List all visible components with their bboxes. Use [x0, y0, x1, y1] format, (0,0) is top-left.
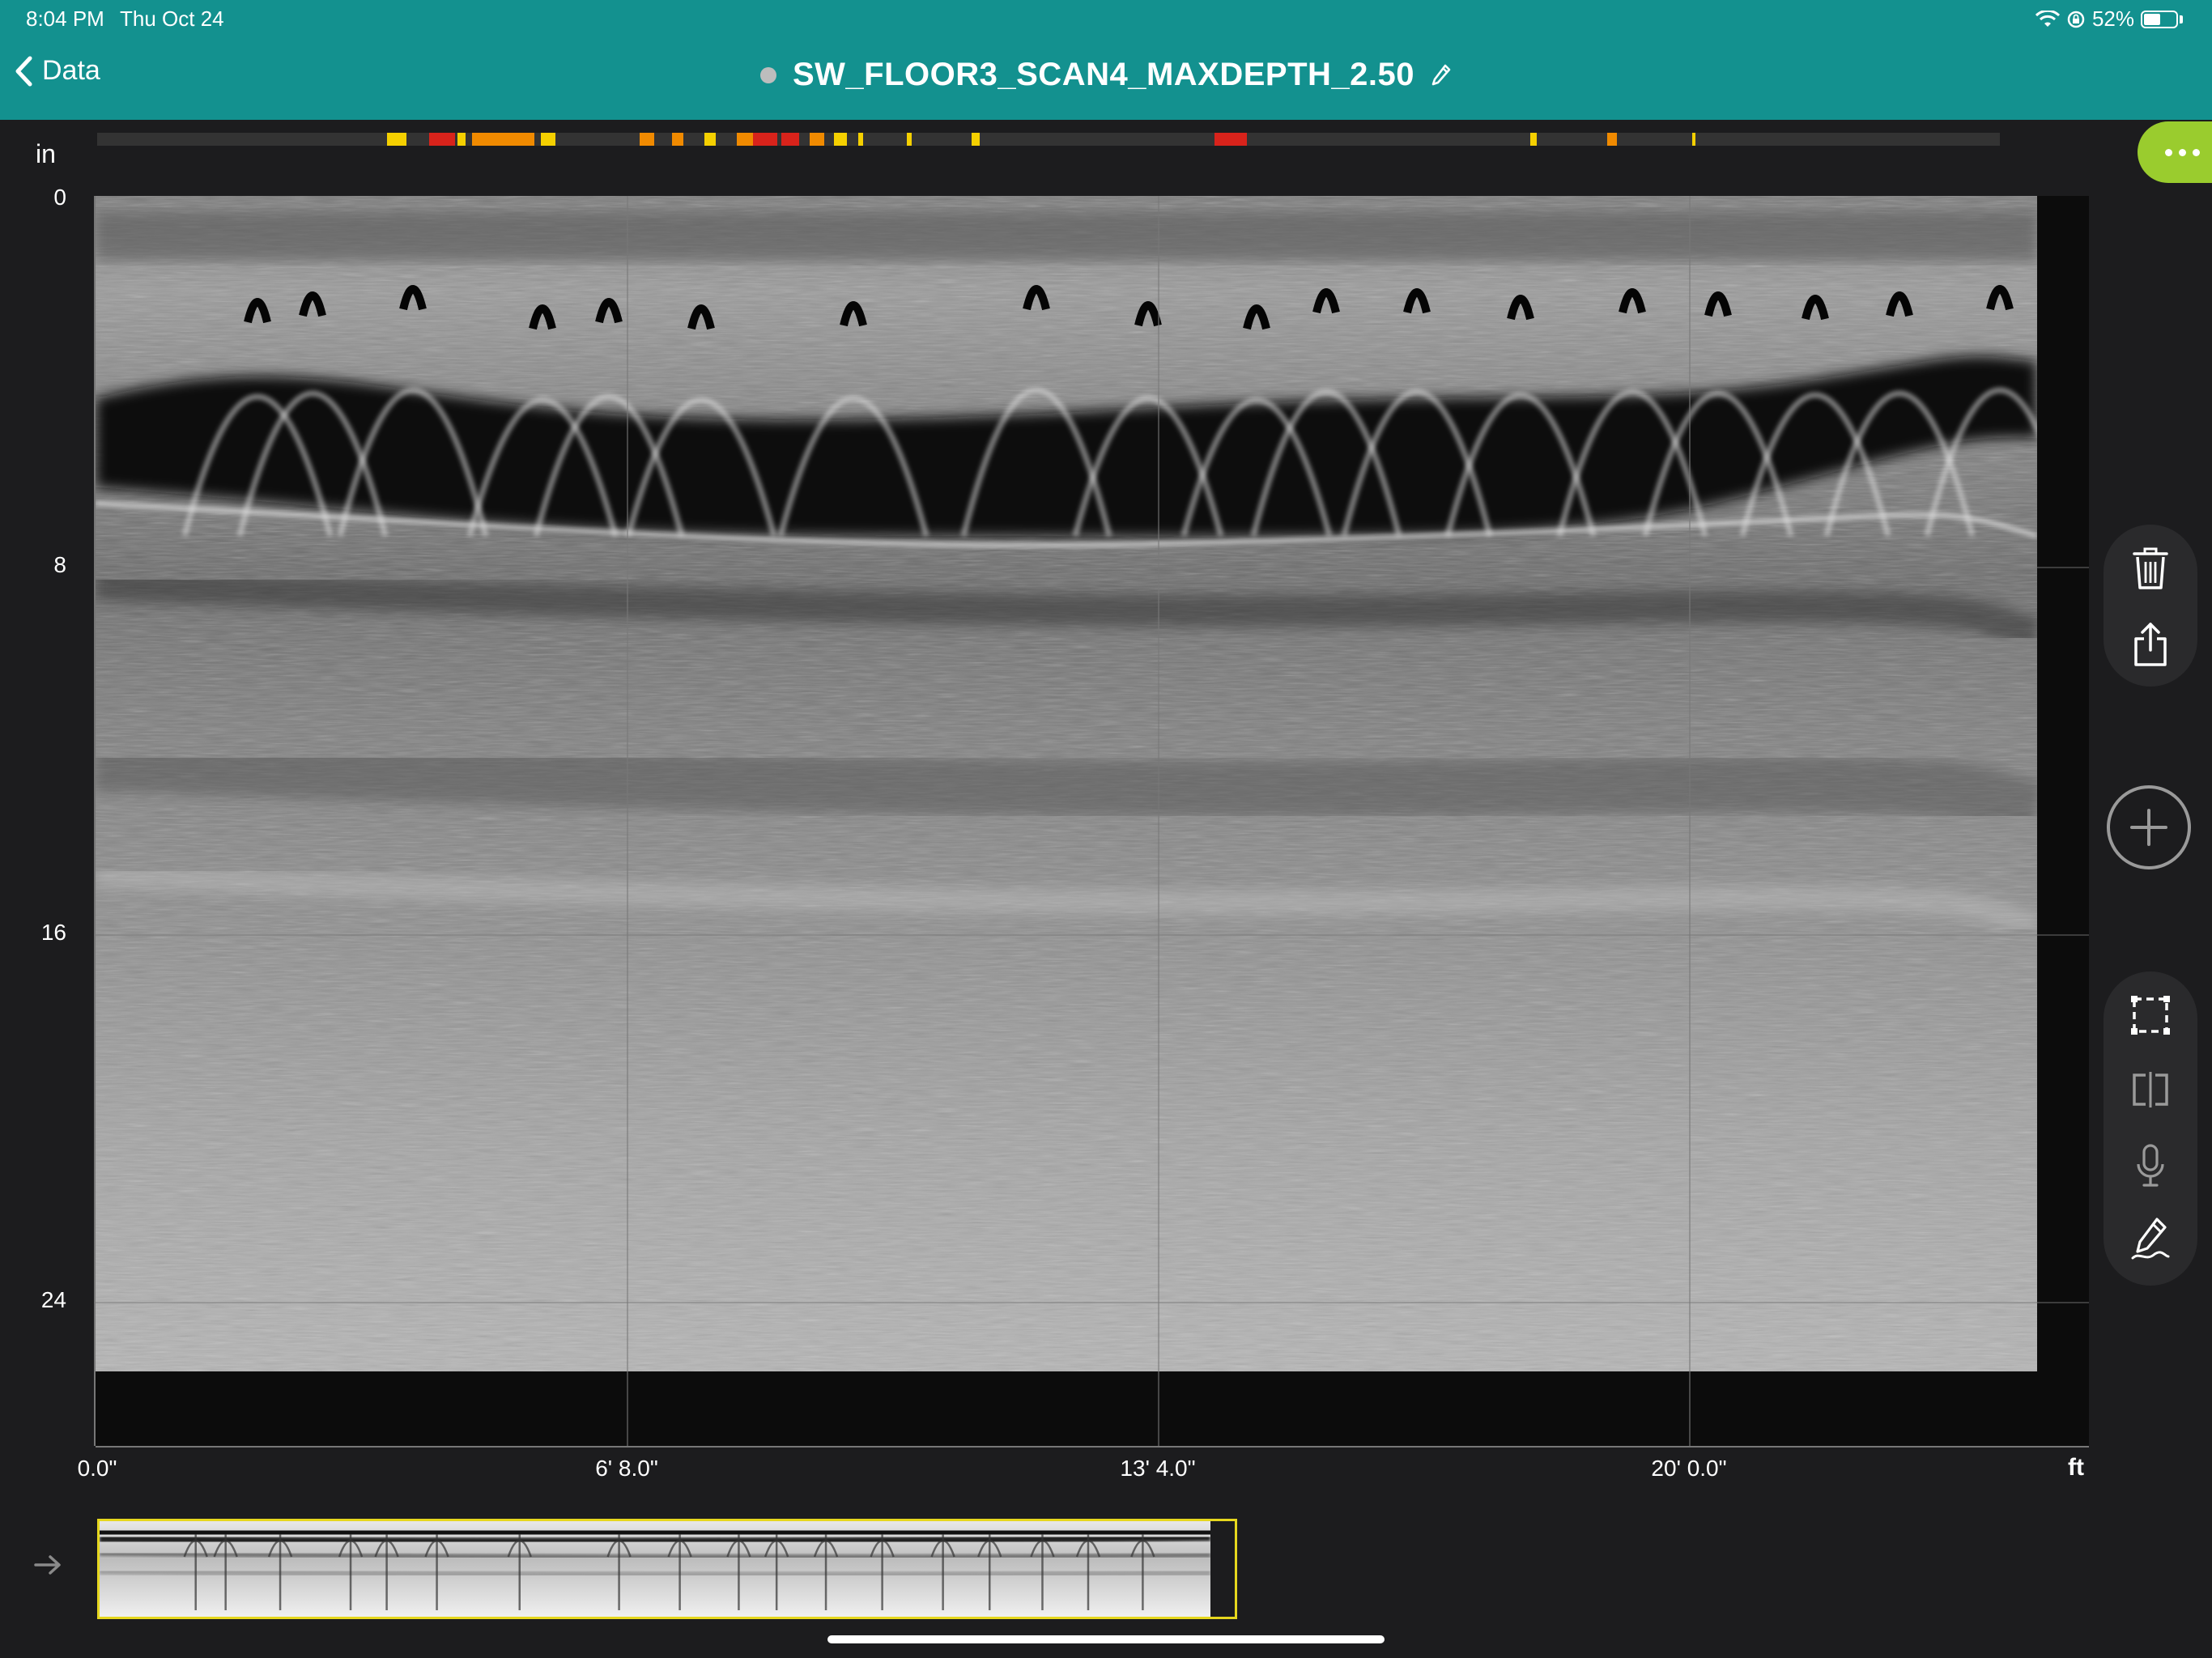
heatbar-segment	[387, 133, 406, 146]
heatbar-segment	[753, 133, 777, 146]
distance-tick-1: 6' 8.0"	[595, 1456, 658, 1481]
detection-heatbar[interactable]	[97, 133, 2000, 146]
status-time: 8:04 PM	[26, 6, 104, 31]
add-button[interactable]	[2107, 785, 2191, 869]
depth-gridline-8	[96, 567, 2089, 568]
depth-tick-8: 8	[53, 552, 66, 577]
more-icon-dot-2	[2178, 148, 2186, 156]
radargram-image[interactable]	[96, 196, 2037, 1371]
file-actions-group	[2104, 525, 2197, 687]
arrow-right-icon	[34, 1555, 61, 1575]
heatbar-segment	[1607, 133, 1617, 146]
heatbar-segment	[518, 133, 534, 146]
pencil-icon[interactable]	[1431, 63, 1452, 87]
distance-tick-0: 0.0"	[77, 1456, 117, 1481]
distance-tick-2: 13' 4.0"	[1120, 1456, 1196, 1481]
heatbar-segment	[907, 133, 912, 146]
share-icon	[2134, 623, 2167, 666]
heatbar-segment	[640, 133, 654, 146]
microphone-button[interactable]	[2126, 1141, 2175, 1190]
heatbar-segment	[834, 133, 847, 146]
heatbar-segment	[472, 133, 521, 146]
more-icon-dot-3	[2192, 148, 2200, 156]
battery-percent: 52%	[2091, 6, 2134, 31]
home-indicator	[827, 1635, 1385, 1643]
distance-unit-label: ft	[2068, 1454, 2084, 1481]
scan-title: SW_FLOOR3_SCAN4_MAXDEPTH_2.50	[792, 57, 1415, 92]
heatbar-segment	[429, 133, 455, 146]
status-date: Thu Oct 24	[120, 6, 224, 31]
scan-overview-viewport[interactable]	[97, 1519, 1237, 1619]
status-right: 52%	[2035, 6, 2183, 32]
depth-tick-16: 16	[40, 920, 66, 945]
battery-icon	[2141, 10, 2178, 28]
screen-lock-icon	[2067, 11, 2085, 28]
depth-unit-label: in	[36, 139, 56, 168]
heatbar-segment	[672, 133, 683, 146]
tools-group	[2104, 971, 2197, 1286]
depth-tick-24: 24	[40, 1287, 66, 1312]
depth-axis-line	[94, 196, 96, 1446]
more-button[interactable]	[2138, 121, 2212, 183]
plus-icon	[2130, 809, 2167, 846]
wifi-icon	[2035, 10, 2060, 27]
depth-tick-0: 0	[53, 185, 66, 210]
more-icon-dot-1	[2164, 148, 2172, 156]
trash-icon	[2133, 547, 2168, 589]
heatbar-segment	[858, 133, 863, 146]
title-bar: SW_FLOOR3_SCAN4_MAXDEPTH_2.50	[0, 57, 2212, 93]
heatbar-segment	[1530, 133, 1537, 146]
depth-gridline-24	[96, 1302, 2089, 1303]
annotate-button[interactable]	[2126, 1214, 2175, 1263]
split-view-button[interactable]	[2126, 1065, 2175, 1114]
heatbar-segment	[457, 133, 466, 146]
delete-button[interactable]	[2126, 544, 2175, 593]
heatbar-segment	[1214, 133, 1247, 146]
select-region-icon	[2131, 996, 2170, 1035]
app-header: 8:04 PM Thu Oct 24 52% Data SW_FLOOR3_SC…	[0, 0, 2212, 120]
heatbar-segment	[810, 133, 824, 146]
heatbar-segment	[541, 133, 555, 146]
distance-gridline-1	[627, 196, 628, 1446]
distance-gridline-3	[1689, 196, 1691, 1446]
heatbar-segment	[1692, 133, 1695, 146]
distance-axis-line	[96, 1446, 2089, 1448]
battery-tip	[2180, 15, 2183, 23]
heatbar-segment	[781, 133, 799, 146]
share-button[interactable]	[2126, 620, 2175, 669]
annotate-pen-icon	[2131, 1218, 2170, 1260]
heatbar-segment	[737, 133, 753, 146]
heatbar-segment	[704, 133, 716, 146]
heatbar-segment	[972, 133, 980, 146]
status-dot	[759, 66, 776, 83]
distance-tick-3: 20' 0.0"	[1651, 1456, 1727, 1481]
split-view-icon	[2133, 1072, 2168, 1107]
distance-gridline-2	[1158, 196, 1159, 1446]
scan-overview-thumbnail	[100, 1521, 1210, 1617]
depth-gridline-16	[96, 934, 2089, 936]
select-region-button[interactable]	[2126, 991, 2175, 1039]
microphone-icon	[2137, 1144, 2164, 1187]
